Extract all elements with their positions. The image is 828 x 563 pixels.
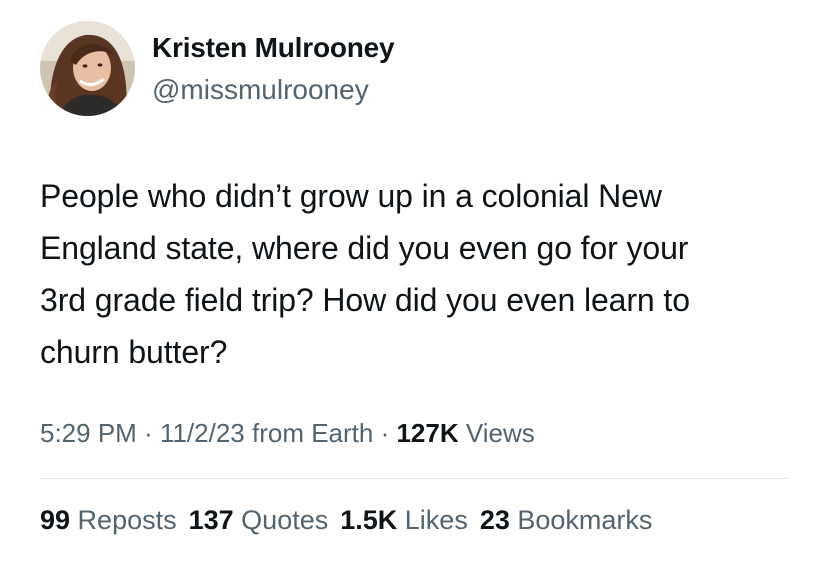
tweet-text-line: People who didn’t grow up in a colonial … <box>40 178 662 214</box>
tweet-time-link[interactable]: 5:29 PM <box>40 418 137 448</box>
meta-separator: · <box>136 418 160 448</box>
tweet-text-line: England state, where did you even go for… <box>40 230 689 266</box>
reposts-count: 99 <box>40 505 71 535</box>
tweet-date: 11/2/23 <box>159 418 245 448</box>
divider <box>40 478 788 479</box>
likes-stat[interactable]: 1.5K Likes <box>340 505 468 535</box>
tweet-card: Kristen Mulrooney @missmulrooney People … <box>0 0 828 563</box>
quotes-label: Quotes <box>233 505 329 535</box>
views-stat[interactable]: 127K Views <box>396 418 534 448</box>
author-handle[interactable]: @missmulrooney <box>152 72 369 108</box>
tweet-text-line: churn butter? <box>40 334 228 370</box>
reposts-label: Reposts <box>70 505 177 535</box>
tweet-date-link[interactable]: 11/2/23 <box>160 418 245 448</box>
likes-label: Likes <box>397 505 468 535</box>
views-count: 127K <box>396 418 459 448</box>
tweet-source: from Earth <box>244 418 374 448</box>
avatar[interactable] <box>40 21 135 116</box>
bookmarks-label: Bookmarks <box>509 505 653 535</box>
bookmarks-count: 23 <box>479 505 510 535</box>
reposts-stat[interactable]: 99 Reposts <box>40 505 177 535</box>
author-display-name[interactable]: Kristen Mulrooney <box>152 30 395 66</box>
tweet-text-line: 3rd grade field trip? How did you even l… <box>40 282 690 318</box>
tweet-time: 5:29 PM <box>40 418 137 448</box>
bookmarks-stat[interactable]: 23 Bookmarks <box>480 505 653 535</box>
meta-separator: · <box>373 418 397 448</box>
quotes-stat[interactable]: 137 Quotes <box>189 505 329 535</box>
quotes-count: 137 <box>188 505 234 535</box>
tweet-meta: 5:29 PM · 11/2/23 from Earth · 127K View… <box>40 415 535 451</box>
tweet-text: People who didn’t grow up in a colonial … <box>40 170 800 378</box>
engagement-stats: 99 Reposts 137 Quotes 1.5K Likes 23 Bookmar… <box>40 502 664 538</box>
avatar-image <box>40 21 135 116</box>
likes-count: 1.5K <box>340 505 398 535</box>
views-label: Views <box>458 418 535 448</box>
